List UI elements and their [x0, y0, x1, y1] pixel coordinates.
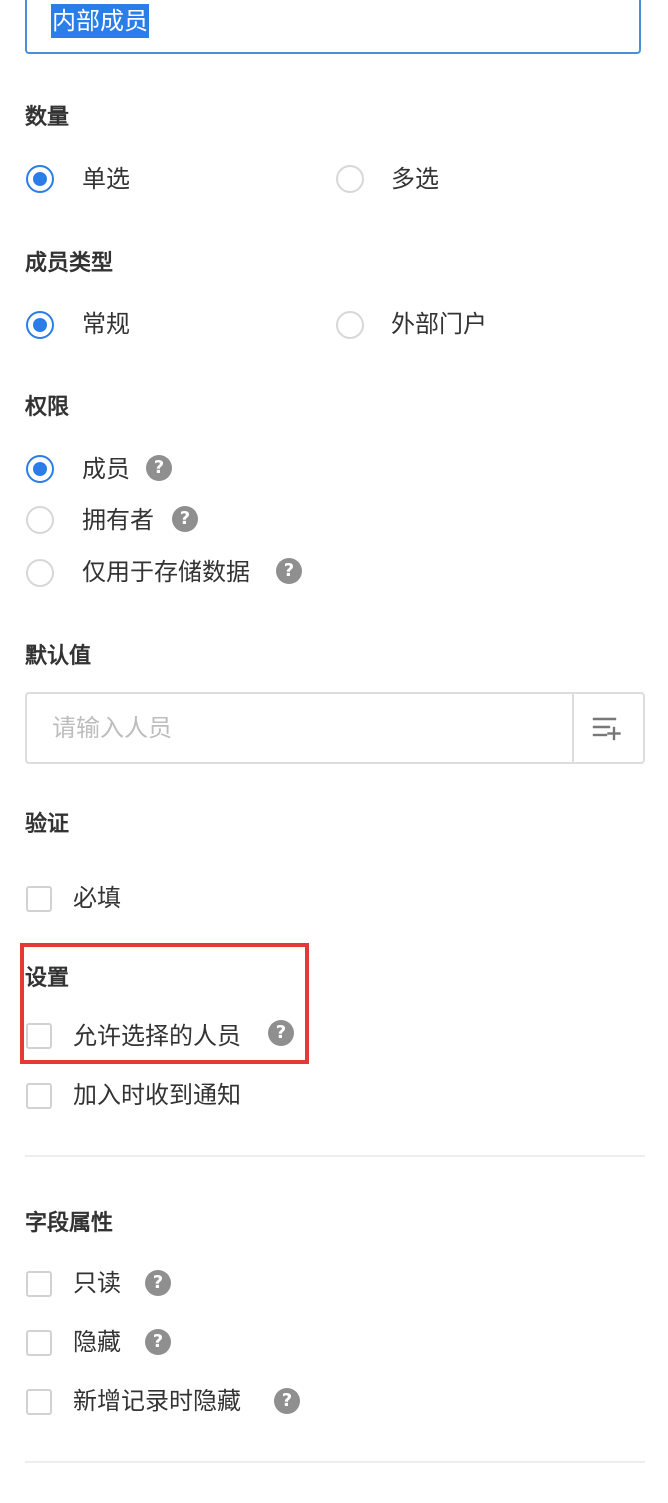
- help-icon[interactable]: ?: [146, 455, 172, 481]
- permission-member-label[interactable]: 成员: [82, 453, 130, 485]
- section-divider: [25, 1461, 645, 1463]
- permission-storage-radio[interactable]: [26, 559, 54, 587]
- field-attributes-label: 字段属性: [25, 1211, 114, 1236]
- hidden-checkbox[interactable]: [26, 1330, 52, 1356]
- notify-on-join-label[interactable]: 加入时收到通知: [73, 1079, 241, 1111]
- help-icon[interactable]: ?: [274, 1388, 300, 1414]
- quantity-label: 数量: [25, 105, 70, 130]
- validation-label: 验证: [25, 812, 70, 837]
- list-add-icon: [592, 717, 621, 741]
- readonly-label[interactable]: 只读: [73, 1267, 121, 1299]
- help-icon[interactable]: ?: [172, 506, 198, 532]
- help-icon[interactable]: ?: [145, 1329, 171, 1355]
- notify-on-join-checkbox[interactable]: [26, 1083, 52, 1109]
- hidden-label[interactable]: 隐藏: [73, 1326, 121, 1358]
- member-type-regular-label[interactable]: 常规: [82, 308, 130, 340]
- required-label[interactable]: 必填: [73, 882, 121, 914]
- member-type-portal-radio[interactable]: [336, 311, 364, 339]
- quantity-multi-label[interactable]: 多选: [391, 163, 439, 195]
- quantity-single-label[interactable]: 单选: [82, 163, 130, 195]
- default-value-placeholder: 请输入人员: [52, 714, 172, 742]
- quantity-single-radio[interactable]: [26, 165, 54, 193]
- hide-on-create-checkbox[interactable]: [26, 1389, 52, 1415]
- field-name-input[interactable]: 内部成员: [25, 0, 641, 54]
- member-type-portal-label[interactable]: 外部门户: [391, 308, 487, 340]
- field-name-value: 内部成员: [51, 4, 149, 38]
- permission-member-radio[interactable]: [26, 455, 54, 483]
- member-picker-button[interactable]: [574, 694, 643, 762]
- default-value-label: 默认值: [25, 644, 92, 669]
- hide-on-create-label[interactable]: 新增记录时隐藏: [73, 1385, 241, 1417]
- highlight-box: [20, 943, 309, 1064]
- permission-storage-label[interactable]: 仅用于存储数据: [82, 556, 250, 588]
- section-divider: [25, 1155, 645, 1157]
- help-icon[interactable]: ?: [145, 1270, 171, 1296]
- required-checkbox[interactable]: [26, 886, 52, 912]
- permission-owner-radio[interactable]: [26, 506, 54, 534]
- quantity-multi-radio[interactable]: [336, 165, 364, 193]
- member-type-label: 成员类型: [25, 251, 114, 276]
- permission-label: 权限: [25, 395, 70, 420]
- member-type-regular-radio[interactable]: [26, 311, 54, 339]
- readonly-checkbox[interactable]: [26, 1271, 52, 1297]
- help-icon[interactable]: ?: [276, 558, 302, 584]
- default-value-input[interactable]: 请输入人员: [25, 692, 645, 764]
- permission-owner-label[interactable]: 拥有者: [82, 504, 154, 536]
